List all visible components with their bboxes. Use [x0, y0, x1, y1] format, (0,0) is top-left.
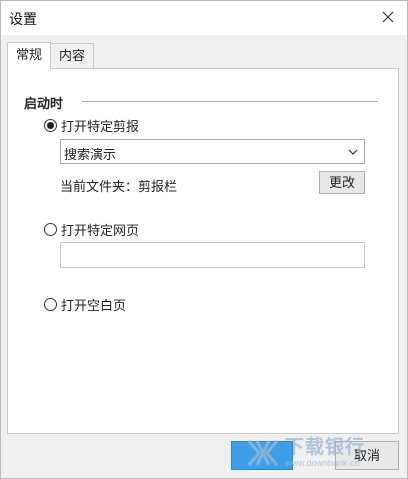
title-bar: 设置 [1, 1, 407, 35]
radio-open-clip[interactable]: 打开特定剪报 [44, 116, 139, 135]
close-button[interactable] [375, 5, 401, 29]
close-icon [382, 11, 394, 23]
change-folder-button[interactable]: 更改 [319, 171, 365, 194]
current-folder-label: 当前文件夹：剪报栏 [60, 179, 178, 194]
clip-select-value: 搜索演示 [64, 147, 117, 162]
tab-general[interactable]: 常规 [7, 42, 52, 69]
general-panel: 启动时 打开特定剪报 搜索演示 当前文件夹：剪报栏 更改 打开特定网页 打开空白… [7, 68, 399, 434]
radio-open-webpage[interactable]: 打开特定网页 [44, 220, 139, 239]
radio-open-blank[interactable]: 打开空白页 [44, 295, 126, 314]
radio-button[interactable] [44, 298, 57, 311]
radio-button-checked[interactable] [44, 119, 57, 132]
dialog-title: 设置 [9, 11, 37, 27]
radio-open-blank-label: 打开空白页 [61, 298, 127, 313]
startup-section-title: 启动时 [24, 96, 64, 111]
radio-open-clip-label: 打开特定剪报 [61, 119, 140, 134]
ok-button[interactable] [231, 441, 293, 470]
clip-select[interactable]: 搜索演示 [60, 139, 365, 164]
cancel-button[interactable]: 取消 [335, 441, 399, 470]
radio-open-webpage-label: 打开特定网页 [61, 223, 140, 238]
chevron-down-icon [348, 149, 358, 155]
section-divider [82, 101, 378, 102]
tab-bar: 常规 内容 [7, 42, 95, 69]
webpage-url-input[interactable] [60, 242, 365, 268]
tab-content[interactable]: 内容 [50, 43, 95, 68]
settings-dialog: 设置 常规 内容 启动时 打开特定剪报 搜索演示 当前文件夹：剪报栏 更改 打开… [0, 0, 408, 479]
radio-button[interactable] [44, 223, 57, 236]
